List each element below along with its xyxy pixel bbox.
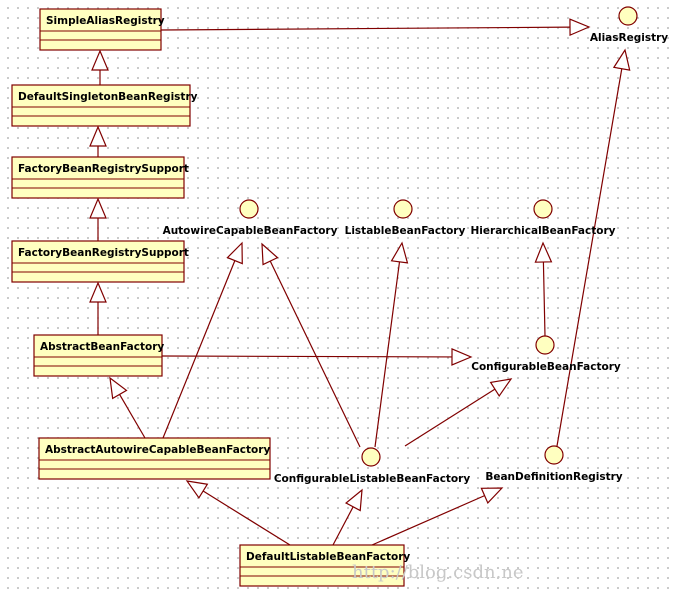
generalization-clbf-to-lbf: [374, 241, 409, 448]
interface-name: AliasRegistry: [590, 32, 668, 44]
hollow-arrowhead-icon: [344, 488, 363, 512]
class-name: FactoryBeanRegistrySupport: [18, 163, 189, 175]
generalization-dsbr-to-sar: [91, 49, 109, 85]
watermark: http://blog.csdn.ne: [352, 562, 524, 583]
interface-bdr[interactable]: BeanDefinitionRegistry: [485, 445, 623, 483]
generalization-dlbf-to-clbf: [332, 488, 363, 546]
interface-lbf[interactable]: ListableBeanFactory: [345, 199, 466, 237]
class-fbrs1[interactable]: FactoryBeanRegistrySupport: [11, 156, 189, 199]
generalization-fbrs2-to-fbrs1: [89, 197, 107, 241]
class-name: FactoryBeanRegistrySupport: [18, 247, 189, 259]
class-aacbf[interactable]: AbstractAutowireCapableBeanFactory: [38, 437, 271, 480]
hollow-arrowhead-icon: [612, 48, 631, 71]
edge-line: [202, 490, 291, 546]
class-dsbr[interactable]: DefaultSingletonBeanRegistry: [11, 84, 198, 127]
edge-line: [162, 260, 236, 439]
generalization-cbf-to-hbf: [534, 241, 553, 337]
interface-name: ConfigurableListableBeanFactory: [274, 473, 471, 485]
class-name: SimpleAliasRegistry: [46, 15, 165, 27]
class-abf[interactable]: AbstractBeanFactory: [33, 334, 164, 377]
generalization-bdr-to-ar: [556, 48, 631, 447]
interface-name: HierarchicalBeanFactory: [471, 225, 616, 237]
hollow-arrowhead-icon: [89, 125, 107, 147]
hollow-arrowhead-icon: [569, 18, 591, 37]
interface-acbf[interactable]: AutowireCapableBeanFactory: [163, 199, 338, 237]
class-name: AbstractBeanFactory: [40, 341, 164, 353]
hollow-arrowhead-icon: [185, 480, 209, 499]
interface-circle-icon: [618, 6, 638, 26]
interface-circle-icon: [361, 447, 381, 467]
generalization-clbf-to-acbf: [261, 242, 361, 448]
class-name: DefaultSingletonBeanRegistry: [18, 91, 198, 103]
interface-name: ConfigurableBeanFactory: [471, 361, 621, 373]
hollow-arrowhead-icon: [89, 197, 107, 219]
interface-circle-icon: [239, 199, 259, 219]
hollow-arrowhead-icon: [534, 241, 553, 263]
edge-line: [542, 261, 546, 337]
generalization-fbrs1-to-dsbr: [89, 125, 107, 157]
class-sar[interactable]: SimpleAliasRegistry: [39, 8, 165, 51]
interface-ar[interactable]: AliasRegistry: [590, 6, 668, 44]
hollow-arrowhead-icon: [109, 376, 128, 400]
interface-cbf[interactable]: ConfigurableBeanFactory: [471, 335, 621, 373]
interface-circle-icon: [535, 335, 555, 355]
generalization-dlbf-to-bdr: [371, 487, 504, 546]
hollow-arrowhead-icon: [226, 241, 243, 265]
hollow-arrowhead-icon: [451, 348, 473, 366]
generalization-clbf-to-cbf: [404, 378, 513, 447]
hollow-arrowhead-icon: [89, 281, 107, 303]
edge-line: [119, 394, 146, 439]
interface-name: AutowireCapableBeanFactory: [163, 225, 338, 237]
edge-line: [160, 26, 571, 31]
edge-line: [556, 68, 623, 447]
interface-hbf[interactable]: HierarchicalBeanFactory: [471, 199, 616, 237]
generalization-abf-to-fbrs2: [89, 281, 107, 335]
edge-line: [269, 260, 361, 448]
edge-line: [371, 495, 485, 546]
class-fbrs2[interactable]: FactoryBeanRegistrySupport: [11, 240, 189, 283]
interface-clbf[interactable]: ConfigurableListableBeanFactory: [274, 447, 471, 485]
hollow-arrowhead-icon: [390, 241, 409, 264]
hollow-arrowhead-icon: [480, 487, 504, 505]
uml-class-diagram: SimpleAliasRegistry DefaultSingletonBeanR…: [11, 6, 668, 587]
hollow-arrowhead-icon: [489, 378, 513, 397]
generalization-sar-to-ar: [160, 18, 591, 37]
interface-circle-icon: [544, 445, 564, 465]
edge-line: [404, 388, 496, 447]
hollow-arrowhead-icon: [261, 242, 279, 266]
generalization-dlbf-to-aacbf: [185, 480, 291, 546]
interface-circle-icon: [393, 199, 413, 219]
edge-line: [161, 355, 453, 358]
interface-name: ListableBeanFactory: [345, 225, 466, 237]
class-name: AbstractAutowireCapableBeanFactory: [45, 444, 270, 456]
edge-line: [374, 261, 401, 448]
edge-line: [332, 506, 354, 546]
interface-circle-icon: [533, 199, 553, 219]
interface-name: BeanDefinitionRegistry: [485, 471, 622, 483]
hollow-arrowhead-icon: [91, 49, 109, 71]
generalization-aacbf-to-abf: [109, 376, 146, 439]
